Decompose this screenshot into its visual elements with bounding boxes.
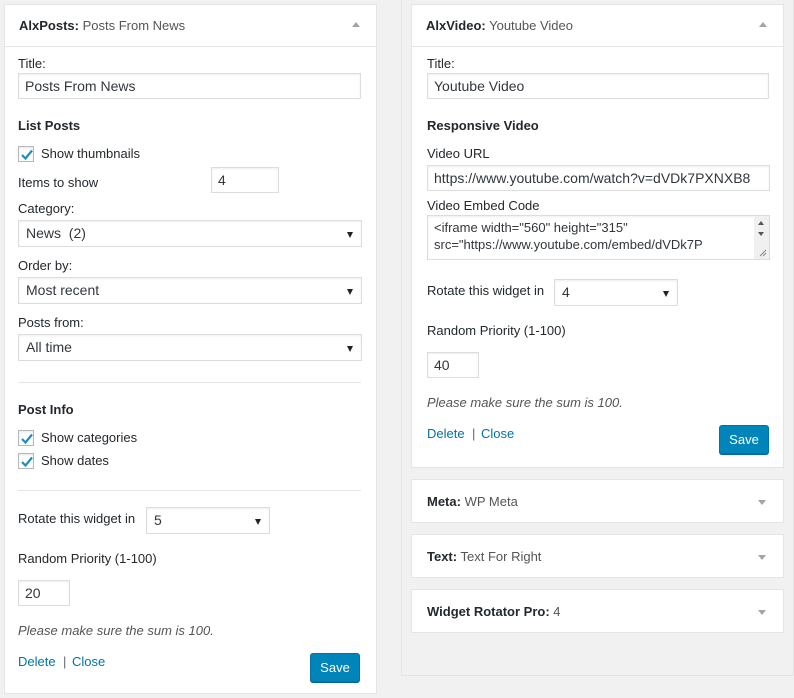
show-categories-label: Show categories	[41, 430, 138, 445]
widget-header[interactable]: AlxVideo: Youtube Video	[412, 5, 783, 47]
widget-header[interactable]: AlxPosts: Posts From News	[5, 5, 376, 47]
title-label: Title:	[18, 56, 46, 71]
items-label: Items to show	[18, 175, 99, 190]
arrow-down-icon[interactable]	[758, 500, 766, 505]
text-widget[interactable]: Text: Text For Right	[411, 534, 784, 578]
rotate-value: 4	[562, 284, 570, 300]
checkmark-icon	[21, 456, 33, 468]
embed-code-line: <iframe width="560" height="315"	[434, 220, 628, 235]
widget-title: 4	[553, 604, 561, 619]
widget-type: Text:	[427, 549, 458, 564]
widget-rotator-pro-widget[interactable]: Widget Rotator Pro: 4	[411, 589, 784, 633]
embed-code-textarea[interactable]: <iframe width="560" height="315" src="ht…	[427, 215, 770, 260]
rotate-value: 5	[154, 512, 162, 528]
priority-label: Random Priority (1-100)	[18, 551, 157, 566]
rotate-select[interactable]: 4	[554, 279, 678, 306]
items-input[interactable]: 4	[211, 167, 279, 193]
widget-title: Posts From News	[82, 18, 186, 33]
arrow-up-icon[interactable]	[352, 22, 360, 27]
priority-label: Random Priority (1-100)	[427, 323, 566, 338]
embed-code-line: src="https://www.youtube.com/embed/dVDk7…	[434, 237, 703, 252]
widget-title: WP Meta	[464, 494, 518, 509]
close-link[interactable]: Close	[72, 654, 105, 669]
order-label: Order by:	[18, 258, 73, 273]
delete-link[interactable]: Delete	[427, 426, 465, 441]
posts-from-value: All time	[26, 339, 72, 355]
title-input[interactable]: Youtube Video	[427, 73, 769, 99]
posts-from-select[interactable]: All time	[18, 334, 362, 361]
list-posts-heading: List Posts	[18, 118, 81, 133]
widget-title: Youtube Video	[489, 18, 573, 33]
caret-down-icon	[255, 519, 261, 525]
arrow-up-icon[interactable]	[759, 22, 767, 27]
widget-type: Meta:	[427, 494, 461, 509]
category-value: News (2)	[26, 225, 86, 241]
show-thumbnails-checkbox[interactable]	[18, 146, 34, 162]
caret-down-icon	[663, 291, 669, 297]
sum-note: Please make sure the sum is 100.	[427, 395, 623, 410]
sum-note: Please make sure the sum is 100.	[18, 623, 214, 638]
divider	[18, 490, 361, 491]
priority-input[interactable]: 20	[18, 580, 70, 606]
priority-input[interactable]: 40	[427, 352, 479, 378]
rotate-label: Rotate this widget in	[427, 283, 545, 298]
category-label: Category:	[18, 201, 75, 216]
video-url-label: Video URL	[427, 146, 490, 161]
delete-link[interactable]: Delete	[18, 654, 56, 669]
order-select[interactable]: Most recent	[18, 277, 362, 304]
video-url-input[interactable]: https://www.youtube.com/watch?v=dVDk7PXN…	[427, 165, 770, 191]
resize-grip-icon[interactable]	[759, 249, 767, 257]
show-dates-checkbox[interactable]	[18, 453, 34, 469]
rotate-label: Rotate this widget in	[18, 511, 136, 526]
show-categories-checkbox[interactable]	[18, 430, 34, 446]
rotate-select[interactable]: 5	[146, 507, 270, 534]
arrow-down-icon[interactable]	[758, 555, 766, 560]
checkmark-icon	[21, 433, 33, 445]
scroll-down-icon[interactable]	[758, 232, 764, 236]
link-separator: |	[472, 426, 476, 441]
widget-title: Text For Right	[460, 549, 542, 564]
posts-from-label: Posts from:	[18, 315, 84, 330]
embed-code-label: Video Embed Code	[427, 198, 540, 213]
save-button[interactable]: Save	[719, 425, 769, 454]
divider	[18, 382, 361, 383]
widget-type: Widget Rotator Pro:	[427, 604, 550, 619]
title-label: Title:	[427, 56, 455, 71]
widget-type: AlxVideo:	[426, 18, 486, 33]
checkmark-icon	[21, 149, 33, 161]
caret-down-icon	[347, 232, 353, 238]
link-separator: |	[63, 654, 67, 669]
widget-type: AlxPosts:	[19, 18, 79, 33]
caret-down-icon	[347, 346, 353, 352]
meta-widget[interactable]: Meta: WP Meta	[411, 479, 784, 523]
caret-down-icon	[347, 289, 353, 295]
title-input[interactable]: Posts From News	[18, 73, 361, 99]
order-value: Most recent	[26, 282, 100, 298]
scroll-up-icon[interactable]	[758, 221, 764, 225]
save-button[interactable]: Save	[310, 653, 360, 682]
show-dates-label: Show dates	[41, 453, 109, 468]
arrow-down-icon[interactable]	[758, 610, 766, 615]
category-select[interactable]: News (2)	[18, 220, 362, 247]
responsive-video-heading: Responsive Video	[427, 118, 539, 133]
show-thumbnails-label: Show thumbnails	[41, 146, 140, 161]
post-info-heading: Post Info	[18, 402, 74, 417]
close-link[interactable]: Close	[481, 426, 514, 441]
